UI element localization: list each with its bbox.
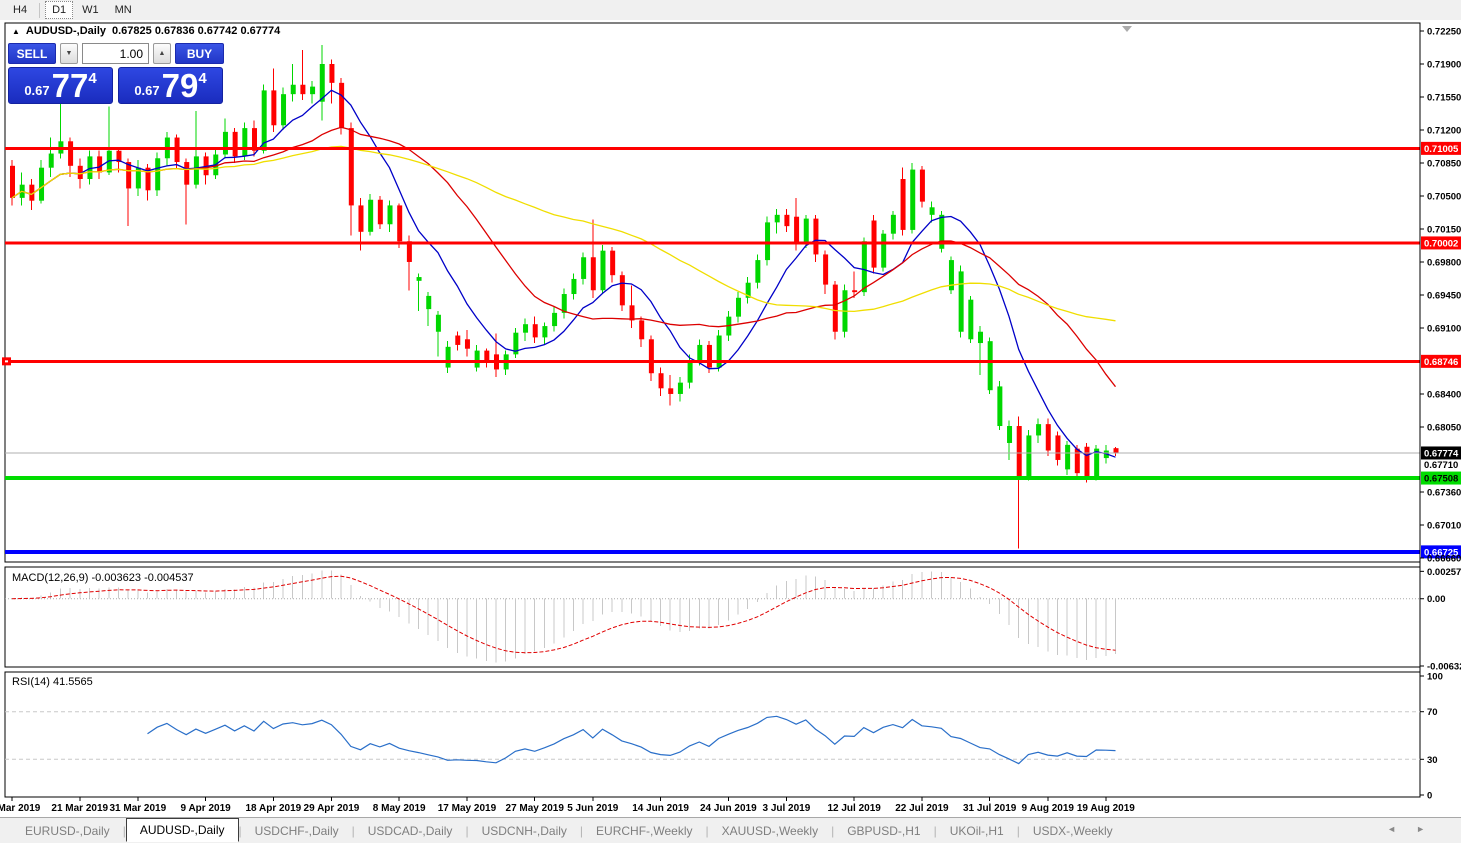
svg-text:0.70850: 0.70850: [1427, 158, 1461, 169]
svg-text:0.68400: 0.68400: [1427, 389, 1461, 400]
svg-text:0.71200: 0.71200: [1427, 125, 1461, 136]
svg-text:0.70150: 0.70150: [1427, 224, 1461, 235]
chart-canvas[interactable]: 0.710050.700020.687460.675080.667250.677…: [0, 20, 1461, 817]
svg-text:22 Jul 2019: 22 Jul 2019: [895, 803, 949, 814]
tab-audusd-daily[interactable]: AUDUSD-,Daily: [126, 818, 239, 842]
svg-text:0.67774: 0.67774: [1424, 448, 1459, 459]
svg-text:0.68050: 0.68050: [1427, 422, 1461, 433]
svg-text:12 Jul 2019: 12 Jul 2019: [827, 803, 881, 814]
svg-text:29 Apr 2019: 29 Apr 2019: [304, 803, 360, 814]
svg-text:18 Apr 2019: 18 Apr 2019: [245, 803, 301, 814]
tab-gbpusd-h1[interactable]: GBPUSD-,H1: [834, 820, 933, 842]
svg-text:0.71550: 0.71550: [1427, 92, 1461, 103]
tab-usdchf-daily[interactable]: USDCHF-,Daily: [242, 820, 352, 842]
svg-text:0.67508: 0.67508: [1424, 474, 1458, 485]
tab-usdcnh-daily[interactable]: USDCNH-,Daily: [469, 820, 580, 842]
svg-text:31 Mar 2019: 31 Mar 2019: [109, 803, 166, 814]
spin-up-icon: ▲: [159, 50, 166, 57]
scroll-right-icon[interactable]: ►: [1416, 824, 1425, 834]
buy-price-button[interactable]: 0.67 79 4: [118, 67, 223, 104]
tab-eurusd-daily[interactable]: EURUSD-,Daily: [12, 820, 123, 842]
timeframe-button-mn[interactable]: MN: [108, 1, 139, 19]
svg-text:14 Jun 2019: 14 Jun 2019: [632, 803, 689, 814]
svg-text:9 Aug 2019: 9 Aug 2019: [1022, 803, 1075, 814]
scroll-left-icon[interactable]: ◄: [1387, 824, 1396, 834]
chart-title: ▲ AUDUSD-,Daily 0.67825 0.67836 0.67742 …: [12, 25, 280, 37]
buy-price-small: 0.67: [134, 83, 159, 98]
timeframe-toolbar: H4 D1W1MN: [0, 0, 1461, 20]
svg-text:5 Jun 2019: 5 Jun 2019: [567, 803, 619, 814]
buy-price-sup: 4: [198, 70, 206, 87]
svg-text:MACD(12,26,9) -0.003623 -0.004: MACD(12,26,9) -0.003623 -0.004537: [12, 572, 194, 584]
svg-text:3 Jul 2019: 3 Jul 2019: [762, 803, 810, 814]
svg-text:31 Jul 2019: 31 Jul 2019: [963, 803, 1017, 814]
volume-input[interactable]: 1.00: [82, 43, 149, 64]
symbol-tab-bar: EURUSD-,Daily|AUDUSD-,Daily|USDCHF-,Dail…: [0, 817, 1461, 843]
svg-text:0.66660: 0.66660: [1427, 554, 1461, 565]
svg-text:0.67010: 0.67010: [1427, 521, 1461, 532]
tab-usdcad-daily[interactable]: USDCAD-,Daily: [355, 820, 466, 842]
svg-text:0.00: 0.00: [1427, 594, 1446, 605]
one-click-trade-panel: SELL ▼ 1.00 ▲ BUY 0.67 77 4 0.67 79 4: [8, 43, 224, 104]
svg-text:0.69450: 0.69450: [1427, 290, 1461, 301]
svg-text:0.68746: 0.68746: [1424, 357, 1458, 368]
tab-xauusd-weekly[interactable]: XAUUSD-,Weekly: [709, 820, 831, 842]
tab-scroll-arrows: ◄ ►: [1387, 824, 1425, 834]
svg-text:24 Jun 2019: 24 Jun 2019: [700, 803, 757, 814]
svg-text:70: 70: [1427, 707, 1438, 718]
svg-text:0: 0: [1427, 791, 1432, 802]
svg-text:9 Apr 2019: 9 Apr 2019: [180, 803, 231, 814]
buy-price-big: 79: [162, 71, 199, 101]
svg-text:30: 30: [1427, 755, 1438, 766]
chart-symbol-label: AUDUSD-,Daily: [26, 25, 106, 37]
svg-text:0.69100: 0.69100: [1427, 323, 1461, 334]
svg-text:0.71005: 0.71005: [1424, 144, 1459, 155]
svg-text:0.72250: 0.72250: [1427, 27, 1461, 38]
buy-button[interactable]: BUY: [175, 43, 224, 64]
svg-text:27 May 2019: 27 May 2019: [506, 803, 565, 814]
svg-text:17 May 2019: 17 May 2019: [438, 803, 497, 814]
svg-text:8 May 2019: 8 May 2019: [373, 803, 426, 814]
svg-text:0.70002: 0.70002: [1424, 238, 1458, 249]
svg-text:0.67710: 0.67710: [1424, 460, 1458, 471]
svg-text:0.67360: 0.67360: [1427, 488, 1461, 499]
sell-button[interactable]: SELL: [8, 43, 56, 64]
volume-decrease-button[interactable]: ▼: [60, 43, 78, 64]
svg-text:0.71900: 0.71900: [1427, 59, 1461, 70]
chart-background: [0, 20, 1461, 817]
timeframe-button-w1[interactable]: W1: [75, 1, 106, 19]
spin-down-icon: ▼: [66, 50, 73, 57]
sell-price-small: 0.67: [24, 83, 49, 98]
volume-increase-button[interactable]: ▲: [153, 43, 171, 64]
svg-text:12 Mar 2019: 12 Mar 2019: [0, 803, 41, 814]
sell-price-button[interactable]: 0.67 77 4: [8, 67, 113, 104]
svg-text:0.69800: 0.69800: [1427, 257, 1461, 268]
sell-price-sup: 4: [88, 70, 96, 87]
collapse-icon[interactable]: ▲: [12, 27, 20, 36]
tab-ukoil-h1[interactable]: UKOil-,H1: [937, 820, 1017, 842]
svg-text:21 Mar 2019: 21 Mar 2019: [51, 803, 108, 814]
timeframe-button-d1[interactable]: D1: [45, 1, 73, 19]
timeframe-button-h4[interactable]: H4: [6, 1, 34, 19]
svg-text:19 Aug 2019: 19 Aug 2019: [1077, 803, 1135, 814]
svg-text:RSI(14) 41.5565: RSI(14) 41.5565: [12, 676, 93, 688]
toolbar-separator: [39, 3, 40, 18]
sell-price-big: 77: [52, 71, 89, 101]
chart-ohlc-values: 0.67825 0.67836 0.67742 0.67774: [112, 25, 280, 37]
svg-text:100: 100: [1427, 672, 1443, 683]
svg-text:0.002574: 0.002574: [1427, 567, 1461, 578]
svg-text:0.70500: 0.70500: [1427, 191, 1461, 202]
tab-usdx-weekly[interactable]: USDX-,Weekly: [1020, 820, 1126, 842]
tab-eurchf-weekly[interactable]: EURCHF-,Weekly: [583, 820, 705, 842]
